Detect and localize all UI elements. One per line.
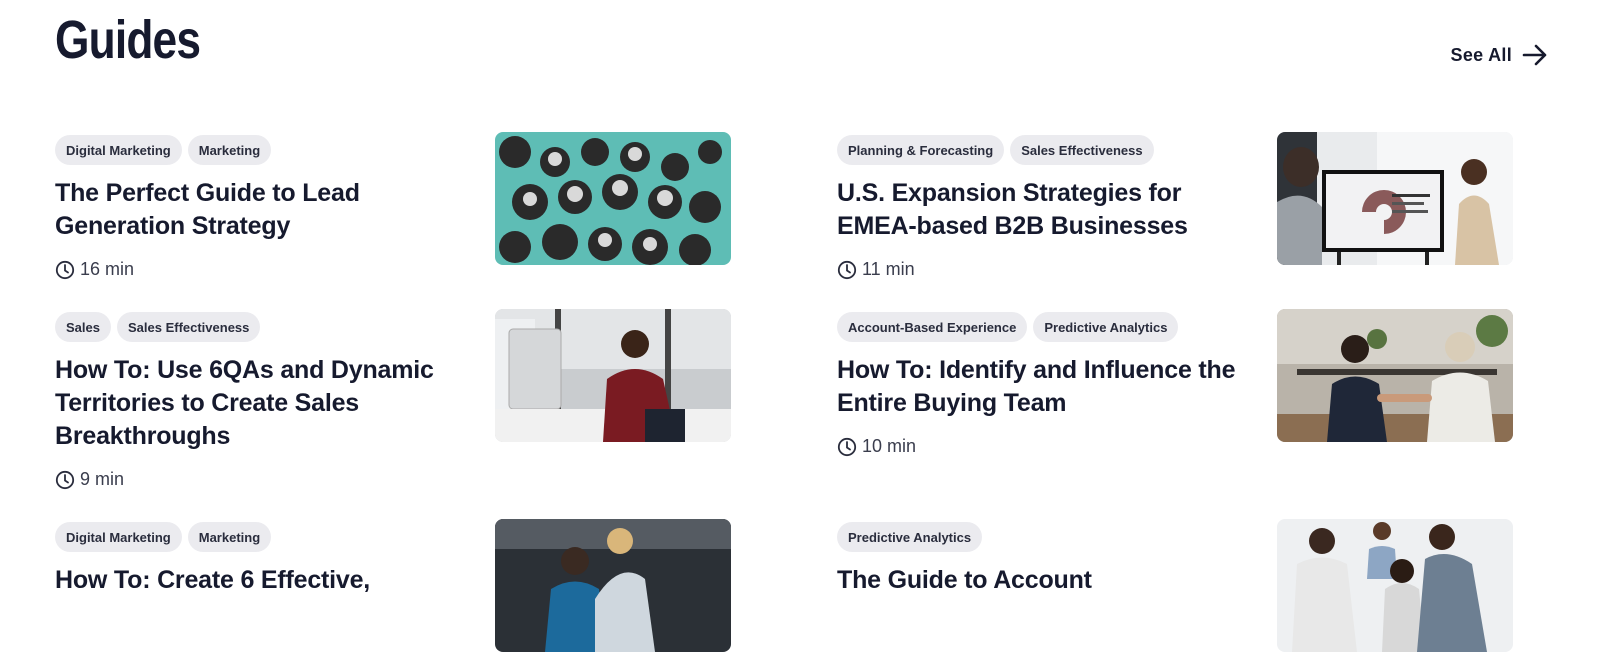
- guide-title[interactable]: How To: Identify and Influence the Entir…: [837, 354, 1247, 420]
- clock-icon: [55, 470, 75, 489]
- read-time-text: 10 min: [862, 436, 917, 456]
- tag-chip[interactable]: Digital Marketing: [55, 135, 182, 165]
- guide-title[interactable]: How To: Create 6 Effective,: [55, 564, 465, 597]
- tag-chip[interactable]: Sales: [55, 312, 111, 342]
- clock-icon: [837, 437, 857, 456]
- arrow-right-icon: [1522, 44, 1547, 66]
- guide-card[interactable]: Account-Based Experience Predictive Anal…: [837, 309, 1527, 457]
- see-all-label: See All: [1450, 44, 1512, 65]
- tag-chip[interactable]: Marketing: [187, 135, 272, 165]
- see-all-link[interactable]: See All: [1451, 44, 1548, 66]
- guide-card[interactable]: Predictive Analytics The Guide to Accoun…: [837, 519, 1527, 652]
- tag-chip[interactable]: Planning & Forecasting: [837, 135, 1005, 165]
- clock-icon: [837, 260, 857, 279]
- guide-thumbnail[interactable]: [1277, 519, 1513, 652]
- tag-chip[interactable]: Marketing: [187, 522, 272, 552]
- guide-title[interactable]: The Perfect Guide to Lead Generation Str…: [55, 177, 465, 243]
- read-time-text: 9 min: [80, 469, 125, 489]
- guide-title[interactable]: U.S. Expansion Strategies for EMEA-based…: [837, 177, 1247, 243]
- tag-chip[interactable]: Digital Marketing: [55, 522, 182, 552]
- guide-card[interactable]: Digital Marketing Marketing The Perfect …: [55, 132, 745, 280]
- guide-card[interactable]: Sales Sales Effectiveness How To: Use 6Q…: [55, 309, 745, 490]
- tag-chip[interactable]: Predictive Analytics: [837, 522, 983, 552]
- tag-chip[interactable]: Predictive Analytics: [1033, 312, 1179, 342]
- guide-thumbnail[interactable]: [495, 309, 731, 442]
- tag-chip[interactable]: Account-Based Experience: [837, 312, 1028, 342]
- guide-title[interactable]: How To: Use 6QAs and Dynamic Territories…: [55, 354, 465, 453]
- guide-card[interactable]: Planning & Forecasting Sales Effectivene…: [837, 132, 1527, 280]
- clock-icon: [55, 260, 75, 279]
- guide-thumbnail[interactable]: [495, 519, 731, 652]
- page-title: Guides: [55, 10, 201, 70]
- guide-thumbnail[interactable]: [1277, 309, 1513, 442]
- read-time-text: 16 min: [80, 259, 135, 279]
- read-time: 9 min: [55, 469, 745, 490]
- guide-card[interactable]: Digital Marketing Marketing How To: Crea…: [55, 519, 745, 652]
- tag-chip[interactable]: Sales Effectiveness: [1010, 135, 1154, 165]
- guide-title[interactable]: The Guide to Account: [837, 564, 1247, 597]
- read-time-text: 11 min: [862, 259, 915, 279]
- tag-chip[interactable]: Sales Effectiveness: [116, 312, 261, 342]
- guide-thumbnail[interactable]: [1277, 132, 1513, 265]
- guide-thumbnail[interactable]: [495, 132, 731, 265]
